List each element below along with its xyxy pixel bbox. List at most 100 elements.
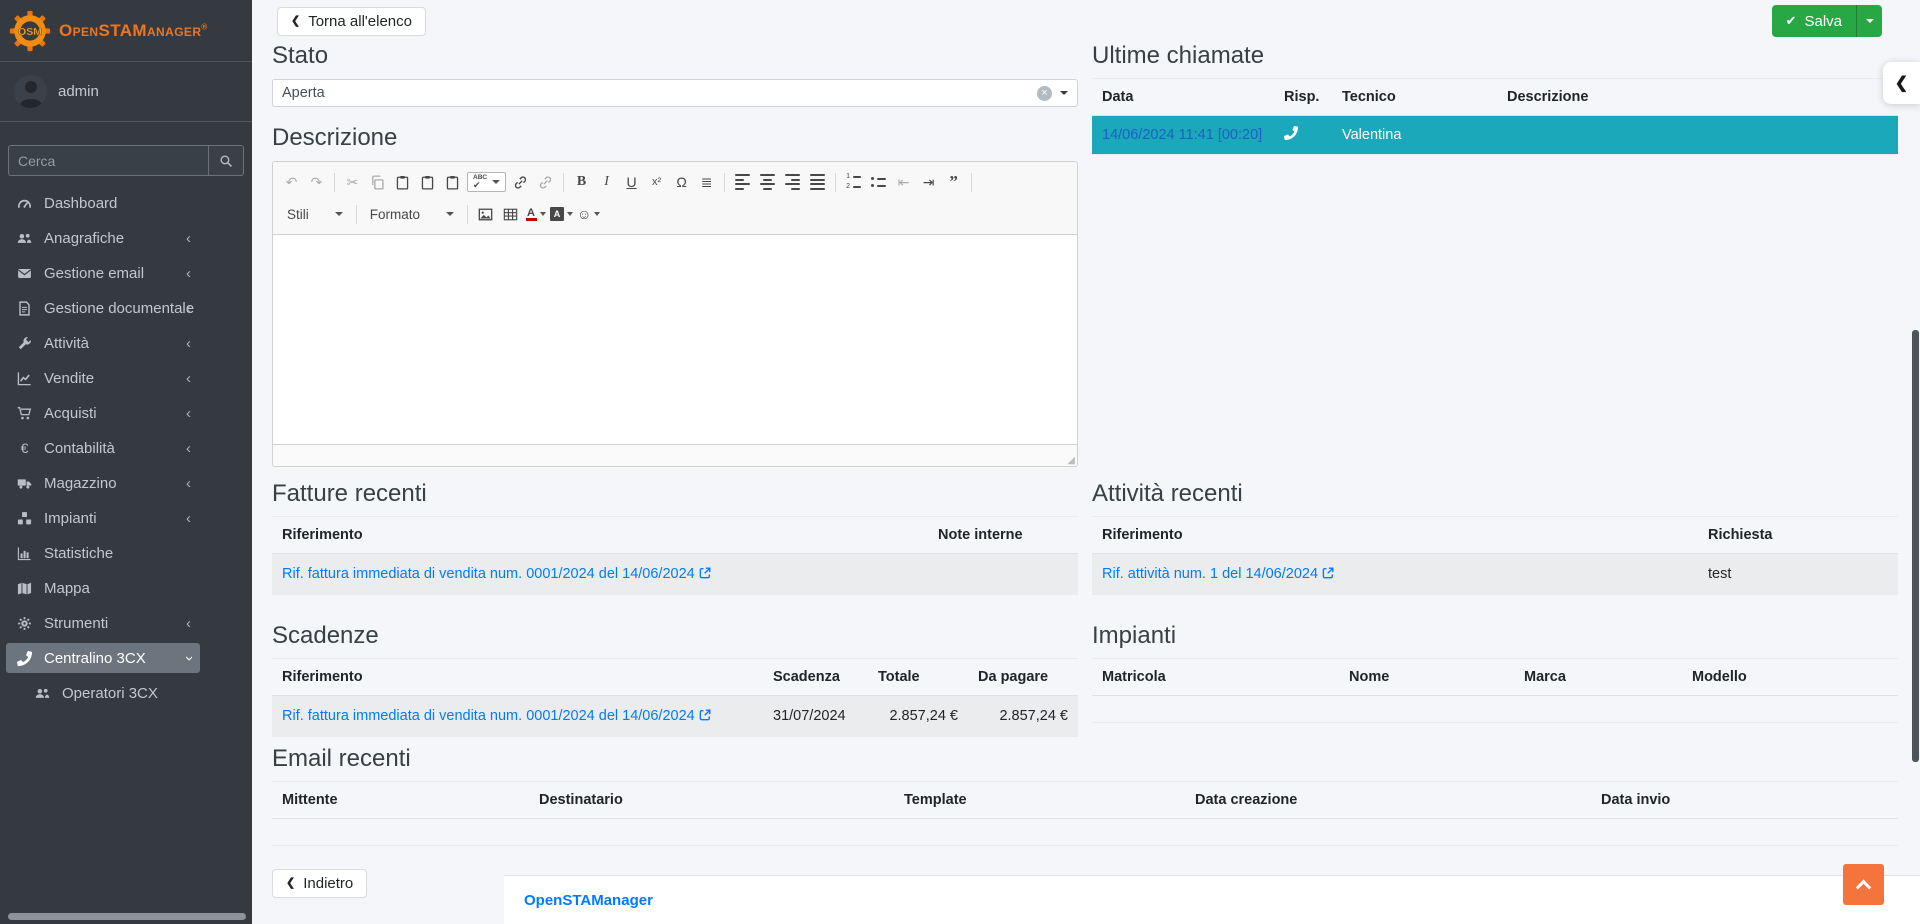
- omega-icon: Ω: [676, 174, 686, 190]
- outdent-button[interactable]: ⇤: [891, 170, 916, 195]
- column-header: Data: [1092, 79, 1274, 116]
- sidebar-item-label: Acquisti: [44, 405, 97, 422]
- record-content: Stato Aperta × Descrizione ↶ ↷: [272, 42, 1898, 898]
- editor-content[interactable]: [273, 235, 1077, 444]
- search-input[interactable]: [8, 145, 208, 176]
- special-char-button[interactable]: Ω: [669, 170, 694, 195]
- sidebar-item-label: Anagrafiche: [44, 230, 124, 247]
- undo-button[interactable]: ↶: [279, 170, 304, 195]
- save-dropdown-toggle[interactable]: [1856, 5, 1882, 37]
- spellcheck-button[interactable]: ABC✔: [467, 172, 506, 192]
- chiamata-link[interactable]: 14/06/2024 11:41 [00:20]: [1102, 127, 1262, 143]
- sidebar-item-mappa[interactable]: Mappa: [6, 573, 200, 603]
- sidebar-item-gestione-email[interactable]: Gestione email‹: [6, 258, 200, 288]
- insert-table-button[interactable]: [498, 202, 523, 227]
- emoji-button[interactable]: ☺: [575, 202, 602, 227]
- editor-toolbar-row-2: Stili Formato A A ☺: [279, 198, 1071, 230]
- superscript-button[interactable]: x²: [644, 170, 669, 195]
- sidebar-search: [8, 145, 244, 176]
- bullet-list-button[interactable]: [866, 170, 891, 195]
- save-button[interactable]: ✔Salva: [1772, 5, 1856, 37]
- sidebar-item-attivita[interactable]: Attività‹: [6, 328, 200, 358]
- insert-image-button[interactable]: [473, 202, 498, 227]
- sidebar-item-operatori-3cx[interactable]: Operatori 3CX: [6, 678, 200, 708]
- sidebar-item-vendite[interactable]: Vendite‹: [6, 363, 200, 393]
- osm-logo-icon: OSM: [9, 10, 51, 52]
- column-header: Data invio: [1591, 782, 1898, 819]
- user-name: admin: [58, 83, 99, 100]
- numbered-list-button[interactable]: [841, 170, 866, 195]
- horizontal-rule-button[interactable]: ≣: [694, 170, 719, 195]
- align-justify-button[interactable]: [805, 170, 830, 195]
- tecnico-cell: Valentina: [1332, 116, 1497, 155]
- table-row[interactable]: 14/06/2024 11:41 [00:20] Valentina: [1092, 116, 1898, 155]
- align-right-icon: [785, 174, 800, 190]
- sidebar-item-impianti[interactable]: Impianti‹: [6, 503, 200, 533]
- redo-button[interactable]: ↷: [304, 170, 329, 195]
- copy-icon: [370, 175, 385, 190]
- caret-down-icon: [567, 212, 573, 216]
- vertical-scrollbar[interactable]: [1912, 330, 1919, 762]
- background-color-button[interactable]: A: [548, 202, 575, 227]
- indietro-button[interactable]: ❮Indietro: [272, 869, 367, 898]
- stato-select[interactable]: Aperta ×: [272, 79, 1078, 107]
- unlink-button[interactable]: [533, 170, 558, 195]
- fattura-link[interactable]: Rif. fattura immediata di vendita num. 0…: [282, 566, 711, 582]
- brand-link[interactable]: OSM OpenSTAManager®: [0, 0, 252, 62]
- back-to-list-button[interactable]: ❮Torna all'elenco: [277, 7, 426, 36]
- sidebar-item-acquisti[interactable]: Acquisti‹: [6, 398, 200, 428]
- format-dropdown[interactable]: Formato: [362, 202, 462, 227]
- column-header: Da pagare: [968, 659, 1078, 696]
- sidebar-item-strumenti[interactable]: Strumenti‹: [6, 608, 200, 638]
- sidebar-item-label: Mappa: [44, 580, 90, 597]
- paste-button[interactable]: [390, 170, 415, 195]
- check-icon: ✔: [1786, 13, 1797, 29]
- euro-icon: €: [14, 440, 35, 456]
- sidebar-item-dashboard[interactable]: Dashboard: [6, 188, 200, 218]
- table-header-row: Riferimento Richiesta: [1092, 517, 1898, 554]
- paste-as-text-button[interactable]: [415, 170, 440, 195]
- blockquote-button[interactable]: ”: [941, 170, 966, 195]
- sidebar-item-statistiche[interactable]: Statistiche: [6, 538, 200, 568]
- clear-selection-icon[interactable]: ×: [1037, 86, 1052, 101]
- superscript-icon: x²: [652, 176, 661, 188]
- caret-down-icon: [594, 212, 600, 216]
- align-left-button[interactable]: [730, 170, 755, 195]
- bold-button[interactable]: B: [569, 170, 594, 195]
- sidebar-item-gestione-documentale[interactable]: Gestione documentale‹: [6, 293, 200, 323]
- panel-collapse-tab[interactable]: ❮: [1883, 62, 1920, 104]
- horizontal-scrollbar[interactable]: [8, 913, 246, 920]
- sidebar-item-magazzino[interactable]: Magazzino‹: [6, 468, 200, 498]
- column-header: Riferimento: [272, 659, 763, 696]
- sidebar-item-centralino-3cx[interactable]: Centralino 3CX‹: [6, 643, 200, 673]
- styles-dropdown[interactable]: Stili: [279, 202, 351, 227]
- text-color-button[interactable]: A: [523, 202, 548, 227]
- link-button[interactable]: [508, 170, 533, 195]
- cart-icon: [14, 405, 35, 421]
- scroll-to-top-button[interactable]: [1843, 864, 1884, 905]
- copy-button[interactable]: [365, 170, 390, 195]
- wrench-icon: [14, 335, 35, 351]
- column-header: Tecnico: [1332, 79, 1497, 116]
- italic-button[interactable]: I: [594, 170, 619, 195]
- phone-icon: [1284, 126, 1298, 140]
- note-cell: [928, 554, 1078, 595]
- indent-button[interactable]: ⇥: [916, 170, 941, 195]
- scadenza-link[interactable]: Rif. fattura immediata di vendita num. 0…: [282, 708, 711, 724]
- footer-brand-link[interactable]: OpenSTAManager: [524, 892, 653, 909]
- cut-button[interactable]: ✂: [340, 170, 365, 195]
- underline-button[interactable]: U: [619, 170, 644, 195]
- user-panel[interactable]: admin: [0, 62, 252, 122]
- table-header-row: Mittente Destinatario Template Data crea…: [272, 782, 1898, 819]
- search-button[interactable]: [208, 145, 244, 176]
- align-center-button[interactable]: [755, 170, 780, 195]
- attivita-link[interactable]: Rif. attività num. 1 del 14/06/2024: [1102, 566, 1334, 582]
- chevron-left-icon: ❮: [286, 878, 295, 889]
- sidebar-item-anagrafiche[interactable]: Anagrafiche‹: [6, 223, 200, 253]
- resize-handle[interactable]: ◢: [1067, 455, 1075, 466]
- sidebar: OSM OpenSTAManager® admin Dashboard Anag…: [0, 0, 252, 924]
- paste-from-word-button[interactable]: [440, 170, 465, 195]
- toolbar-separator: [724, 173, 725, 192]
- sidebar-item-contabilita[interactable]: €Contabilità‹: [6, 433, 200, 463]
- align-right-button[interactable]: [780, 170, 805, 195]
